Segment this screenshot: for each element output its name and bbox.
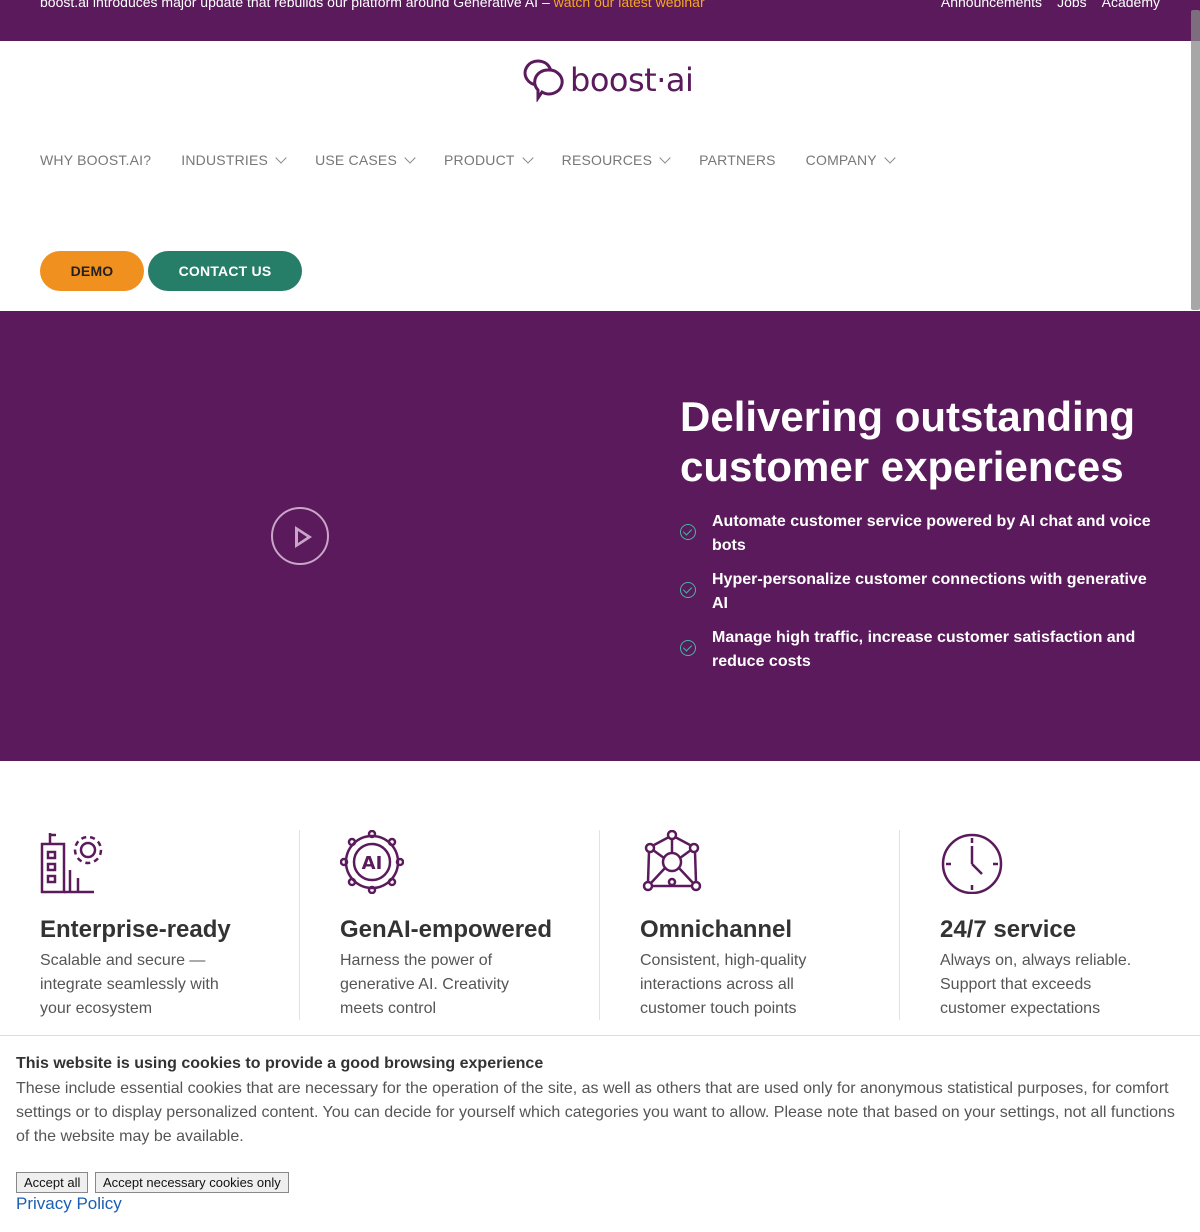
chevron-down-icon	[659, 151, 671, 164]
feature-title: Enterprise-ready	[40, 916, 231, 943]
cookie-title: This website is using cookies to provide…	[16, 1055, 544, 1072]
feature-title: GenAI-empowered	[340, 916, 553, 943]
feature-card-omnichannel: Omnichannel Consistent, high-quality int…	[600, 830, 900, 1020]
chevron-down-icon	[521, 151, 534, 164]
scrollbar-thumb[interactable]	[1191, 10, 1200, 310]
privacy-policy-link[interactable]: Privacy Policy	[16, 1194, 122, 1214]
nav-item-label: RESOURCES	[561, 152, 653, 168]
announcement-bar: boost.ai introduces major update that re…	[0, 0, 1200, 41]
chevron-down-icon	[404, 151, 416, 164]
cookie-text: These include essential cookies that are…	[16, 1080, 1175, 1145]
benefit-text: Hyper-personalize customer connections w…	[712, 571, 1147, 612]
nav-item-product[interactable]: PRODUCT	[444, 151, 534, 168]
chevron-down-icon	[275, 151, 287, 164]
accept-necessary-button[interactable]: Accept necessary cookies only	[95, 1172, 289, 1193]
main-nav: WHY BOOST.AI? INDUSTRIES USE CASES PRODU…	[40, 151, 924, 168]
top-links: Announcements Jobs Academy	[941, 0, 1160, 10]
feature-title: 24/7 service	[940, 916, 1077, 943]
announcement-message: boost.ai introduces major update that re…	[40, 0, 705, 10]
nav-item-label: PRODUCT	[444, 152, 515, 168]
feature-card-enterprise: Enterprise-ready Scalable and secure — i…	[0, 830, 300, 1020]
nav-item-resources[interactable]: RESOURCES	[561, 151, 671, 168]
nav-item-label: PARTNERS	[699, 152, 776, 168]
check-circle-icon	[680, 640, 696, 656]
webinar-link[interactable]: watch our latest webinar	[554, 0, 705, 10]
feature-card-service: 24/7 service Always on, always reliable.…	[900, 830, 1200, 1020]
announcements-link[interactable]: Announcements	[941, 0, 1042, 10]
academy-link[interactable]: Academy	[1102, 0, 1160, 10]
announcement-text: boost.ai introduces major update that re…	[40, 0, 554, 10]
chevron-down-icon	[884, 151, 896, 164]
feature-title: Omnichannel	[640, 916, 793, 943]
nav-item-label: INDUSTRIES	[181, 152, 269, 168]
feature-text: Consistent, high-quality interactions ac…	[640, 952, 807, 1017]
check-circle-icon	[680, 582, 696, 598]
svg-text:AI: AI	[362, 853, 383, 874]
chat-bubbles-icon	[523, 59, 564, 102]
jobs-link[interactable]: Jobs	[1057, 0, 1087, 10]
nav-item-partners[interactable]: PARTNERS	[699, 152, 776, 168]
check-circle-icon	[680, 524, 696, 540]
play-video-icon[interactable]	[271, 507, 329, 565]
benefit-text: Manage high traffic, increase customer s…	[712, 629, 1136, 670]
feature-text: Harness the power of generative AI. Crea…	[340, 952, 509, 1017]
cookie-banner: This website is using cookies to provide…	[0, 1035, 1200, 1232]
logo-text: boost·ai	[570, 61, 694, 99]
network-nodes-icon	[642, 830, 702, 892]
nav-item-industries[interactable]: INDUSTRIES	[181, 151, 287, 168]
nav-item-company[interactable]: COMPANY	[805, 151, 896, 168]
hero-title: Delivering outstanding customer experien…	[680, 393, 1136, 490]
logo[interactable]: boost·ai	[522, 58, 694, 102]
nav-item-label: USE CASES	[315, 152, 398, 168]
list-item: Manage high traffic, increase customer s…	[680, 626, 1160, 674]
list-item: Automate customer service powered by AI …	[680, 510, 1160, 558]
feature-text: Always on, always reliable. Support that…	[940, 952, 1132, 1017]
demo-button[interactable]: DEMO	[40, 251, 144, 291]
nav-item-label: COMPANY	[805, 152, 877, 168]
nav-item-use-cases[interactable]: USE CASES	[315, 151, 416, 168]
contact-us-button[interactable]: CONTACT US	[148, 251, 302, 291]
feature-text: Scalable and secure — integrate seamless…	[40, 952, 219, 1017]
accept-all-button[interactable]: Accept all	[16, 1172, 89, 1193]
enterprise-building-gear-icon	[40, 833, 103, 894]
ai-chip-icon: AI	[340, 830, 404, 894]
list-item: Hyper-personalize customer connections w…	[680, 568, 1160, 616]
clock-icon	[941, 833, 1003, 894]
benefit-text: Automate customer service powered by AI …	[712, 513, 1151, 554]
nav-item-label: WHY BOOST.AI?	[40, 152, 152, 168]
nav-item-why-boost[interactable]: WHY BOOST.AI?	[40, 152, 151, 168]
feature-card-genai: AI GenAI-empowered Harness the power of …	[300, 830, 600, 1020]
hero-benefits-list: Automate customer service powered by AI …	[680, 510, 1160, 684]
